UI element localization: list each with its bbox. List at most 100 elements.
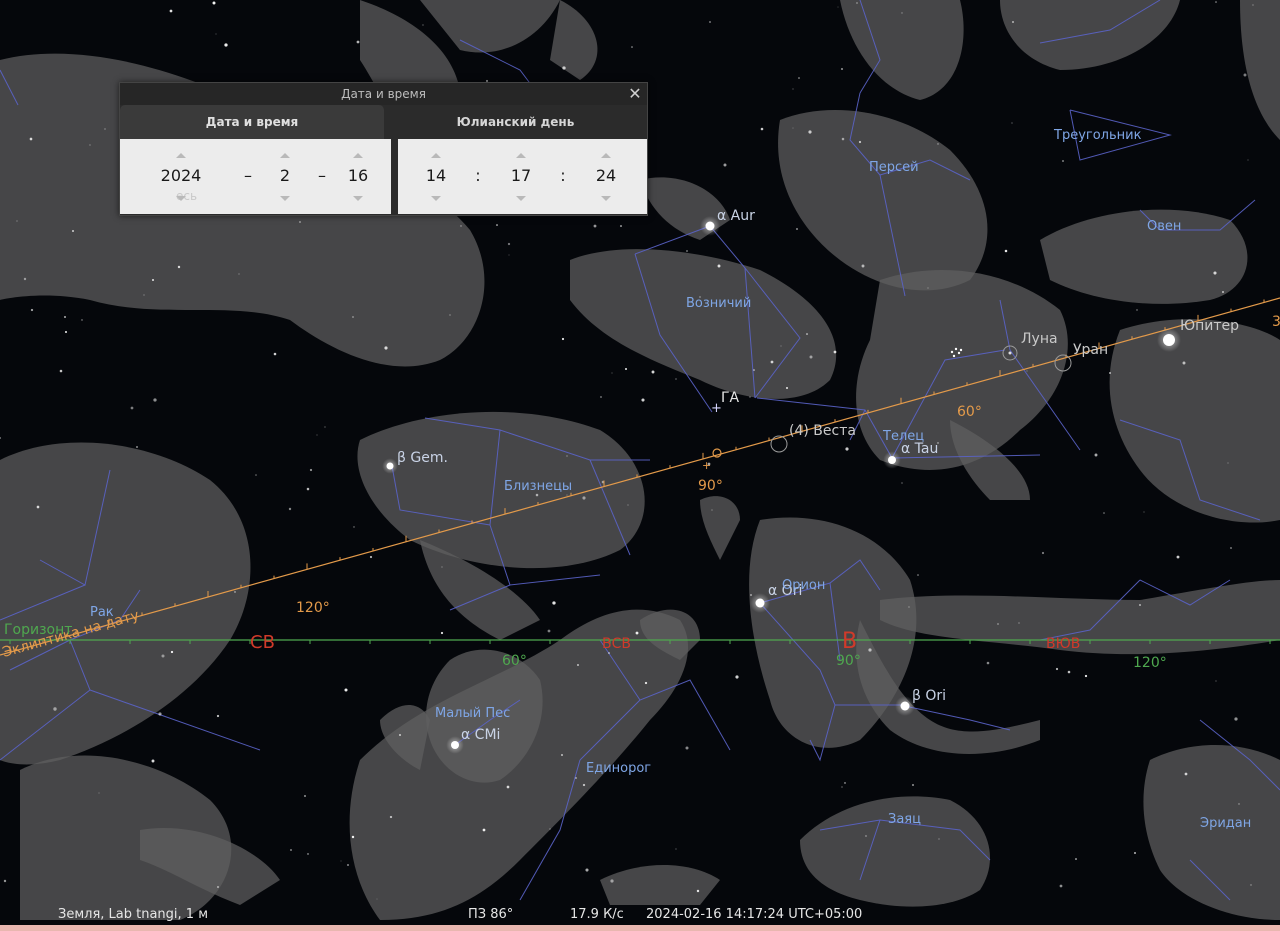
background-star bbox=[255, 474, 257, 476]
background-star bbox=[1059, 884, 1063, 888]
pleiades-star[interactable] bbox=[957, 351, 961, 355]
background-star bbox=[711, 509, 713, 511]
background-star bbox=[1247, 159, 1249, 161]
pleiades-star[interactable] bbox=[954, 347, 958, 351]
day-value[interactable]: 16 bbox=[328, 166, 388, 186]
background-star bbox=[376, 898, 378, 900]
background-star bbox=[1041, 551, 1045, 555]
background-star bbox=[837, 6, 839, 8]
bright-star[interactable] bbox=[755, 598, 765, 608]
background-star bbox=[552, 601, 556, 605]
bright-star[interactable] bbox=[386, 462, 394, 470]
background-star bbox=[651, 370, 655, 374]
second-spinbox[interactable]: 24 bbox=[576, 139, 636, 214]
moon-dot[interactable] bbox=[1008, 351, 1012, 355]
background-star bbox=[1222, 291, 1224, 293]
minute-down-arrow-icon[interactable] bbox=[516, 196, 526, 201]
day-up-arrow-icon[interactable] bbox=[353, 153, 363, 158]
year-spinbox[interactable]: 2024 bbox=[151, 139, 211, 214]
background-star bbox=[1182, 361, 1186, 365]
year-down-arrow-icon[interactable] bbox=[176, 196, 186, 201]
pleiades-star[interactable] bbox=[959, 348, 963, 352]
background-star bbox=[449, 314, 451, 316]
background-star bbox=[1109, 372, 1111, 374]
status-location[interactable]: Земля, Lab tnangi, 1 м bbox=[58, 905, 208, 925]
background-star bbox=[986, 661, 990, 665]
month-spinbox[interactable]: 2 bbox=[255, 139, 315, 214]
ecliptic-cross-icon: + bbox=[702, 459, 711, 472]
background-star bbox=[384, 346, 388, 350]
background-star bbox=[307, 853, 309, 855]
bright-star[interactable] bbox=[888, 456, 896, 464]
bright-star[interactable] bbox=[900, 701, 910, 711]
background-star bbox=[535, 493, 539, 497]
background-star bbox=[1243, 73, 1247, 77]
hour-spinbox[interactable]: 14 bbox=[406, 139, 466, 214]
day-down-arrow-icon[interactable] bbox=[353, 196, 363, 201]
background-star bbox=[351, 835, 355, 839]
tab-date-time[interactable]: Дата и время bbox=[120, 105, 384, 139]
background-star bbox=[53, 707, 57, 711]
uranus-label: Уран bbox=[1073, 342, 1108, 358]
year-value[interactable]: 2024 bbox=[151, 166, 211, 186]
minute-spinbox[interactable]: 17 bbox=[491, 139, 551, 214]
background-star bbox=[16, 220, 18, 222]
status-datetime[interactable]: 2024-02-16 14:17:24 UTC+05:00 bbox=[646, 905, 862, 925]
background-star bbox=[238, 273, 240, 275]
background-star bbox=[627, 504, 629, 506]
background-star bbox=[441, 566, 443, 568]
background-star bbox=[299, 221, 301, 223]
background-star bbox=[303, 794, 307, 798]
constellation-name-label: Единорог bbox=[586, 761, 651, 776]
month-up-arrow-icon[interactable] bbox=[280, 153, 290, 158]
year-up-arrow-icon[interactable] bbox=[176, 153, 186, 158]
pleiades-star[interactable] bbox=[950, 350, 954, 354]
tab-julian-day[interactable]: Юлианский день bbox=[384, 105, 647, 139]
background-star bbox=[917, 574, 919, 576]
background-star bbox=[686, 250, 688, 252]
compass-direction-label: СВ bbox=[250, 632, 275, 653]
background-star bbox=[1094, 453, 1098, 457]
bright-star[interactable] bbox=[451, 741, 459, 749]
background-star bbox=[399, 734, 401, 736]
second-up-arrow-icon[interactable] bbox=[601, 153, 611, 158]
date-time-dialog[interactable]: Дата и время ✕ Дата и время Юлианский де… bbox=[119, 82, 648, 216]
constellation-name-label: Орион bbox=[782, 578, 825, 593]
background-star bbox=[169, 9, 173, 13]
ecliptic-degree-label: 90° bbox=[698, 478, 723, 494]
background-star bbox=[675, 378, 677, 380]
hour-value[interactable]: 14 bbox=[406, 166, 466, 186]
background-star bbox=[1011, 122, 1013, 124]
close-icon[interactable]: ✕ bbox=[626, 84, 644, 104]
status-fov: ПЗ 86° bbox=[468, 907, 514, 922]
jupiter[interactable] bbox=[1163, 334, 1175, 346]
month-value[interactable]: 2 bbox=[255, 166, 315, 186]
constellation-name-label: Малый Пес bbox=[435, 706, 510, 721]
moon-label: Луна bbox=[1021, 331, 1058, 347]
pleiades-star[interactable] bbox=[952, 354, 956, 358]
background-star bbox=[71, 229, 75, 233]
background-star bbox=[1062, 160, 1064, 162]
minute-value[interactable]: 17 bbox=[491, 166, 551, 186]
background-star bbox=[644, 681, 648, 685]
background-star bbox=[901, 482, 903, 484]
background-star bbox=[786, 387, 788, 389]
background-star bbox=[81, 319, 83, 321]
background-star bbox=[1134, 852, 1136, 854]
constellation-name-label: Овен bbox=[1147, 219, 1181, 234]
background-star bbox=[1234, 717, 1238, 721]
background-star bbox=[152, 279, 154, 281]
second-value[interactable]: 24 bbox=[576, 166, 636, 186]
month-down-arrow-icon[interactable] bbox=[280, 196, 290, 201]
hour-down-arrow-icon[interactable] bbox=[431, 196, 441, 201]
hour-up-arrow-icon[interactable] bbox=[431, 153, 441, 158]
day-spinbox[interactable]: 16 bbox=[328, 139, 388, 214]
background-star bbox=[1176, 555, 1180, 559]
background-star bbox=[809, 355, 813, 359]
background-star bbox=[845, 447, 849, 451]
background-star bbox=[104, 128, 106, 130]
background-star bbox=[585, 868, 589, 872]
bright-star[interactable] bbox=[705, 221, 715, 231]
second-down-arrow-icon[interactable] bbox=[601, 196, 611, 201]
minute-up-arrow-icon[interactable] bbox=[516, 153, 526, 158]
